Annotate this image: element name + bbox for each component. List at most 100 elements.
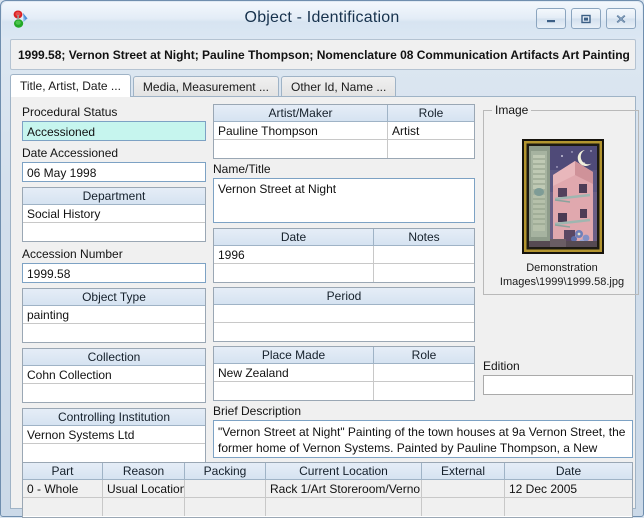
date-header-cell: Date: [214, 229, 374, 245]
brief-description-input[interactable]: "Vernon Street at Night" Painting of the…: [213, 420, 633, 458]
brief-description-label: Brief Description: [213, 404, 302, 418]
title-bar: Object - Identification: [2, 2, 642, 38]
cell-packing-empty: [185, 498, 266, 516]
place-made-value: New Zealand: [214, 364, 374, 381]
notes-value: [374, 246, 474, 263]
cell-external: [422, 480, 505, 497]
name-title-label: Name/Title: [213, 162, 271, 176]
table-row[interactable]: [23, 324, 205, 342]
notes-header-cell: Notes: [408, 230, 440, 244]
table-row[interactable]: Pauline Thompson Artist: [214, 122, 474, 140]
department-grid-header: Department: [23, 188, 205, 205]
department-grid[interactable]: Department Social History: [22, 187, 206, 242]
cell-packing: [185, 480, 266, 497]
location-history-header: Part Reason Packing Current Location Ext…: [23, 463, 632, 480]
col-header-external: External: [422, 463, 505, 479]
object-type-value: painting: [27, 308, 70, 322]
place-role-value-empty: [374, 382, 474, 400]
table-row[interactable]: 1996: [214, 246, 474, 264]
name-title-input[interactable]: Vernon Street at Night: [213, 178, 475, 223]
col-header-packing: Packing: [185, 463, 266, 479]
maximize-button[interactable]: [571, 8, 601, 29]
department-header-cell: Department: [82, 189, 146, 203]
date-notes-grid-header: Date Notes: [214, 229, 474, 246]
table-row[interactable]: [23, 498, 632, 516]
collection-value: Cohn Collection: [27, 368, 112, 382]
department-value-empty: [23, 223, 205, 241]
tab-other-id-name[interactable]: Other Id, Name ...: [280, 76, 397, 97]
notes-value-empty: [374, 264, 474, 282]
col-header-reason: Reason: [103, 463, 185, 479]
period-grid-header: Period: [214, 288, 474, 305]
brief-description-line-1: "Vernon Street at Night" Painting of the…: [218, 425, 626, 439]
col-header-current-location: Current Location: [266, 463, 422, 479]
location-history-table[interactable]: Part Reason Packing Current Location Ext…: [22, 462, 633, 518]
artist-role-value-empty: [388, 140, 474, 158]
artist-maker-value-empty: [214, 140, 388, 158]
table-row[interactable]: [214, 382, 474, 400]
artist-role-value: Artist: [392, 124, 420, 138]
period-value: [214, 305, 474, 322]
date-notes-grid[interactable]: Date Notes 1996: [213, 228, 475, 283]
image-caption-line-1: Demonstration: [526, 262, 598, 274]
table-row[interactable]: painting: [23, 306, 205, 324]
object-type-grid[interactable]: Object Type painting: [22, 288, 206, 343]
cell-current-location-empty: [266, 498, 422, 516]
object-type-value-empty: [23, 324, 205, 342]
place-made-value-empty: [214, 382, 374, 400]
date-accessioned-input[interactable]: 06 May 1998: [22, 162, 206, 182]
table-row[interactable]: Social History: [23, 205, 205, 223]
table-row[interactable]: New Zealand: [214, 364, 474, 382]
table-row[interactable]: [214, 305, 474, 323]
controlling-institution-value-empty: [23, 444, 205, 462]
edition-input[interactable]: [483, 375, 633, 395]
image-group-box: Image Demonstration Images\1999\1999.58.…: [483, 103, 639, 295]
cell-part: 0 - Whole: [23, 480, 103, 497]
cell-part-empty: [23, 498, 103, 516]
painting-thumbnail[interactable]: [522, 139, 604, 254]
record-summary-banner: 1999.58; Vernon Street at Night; Pauline…: [10, 39, 636, 70]
date-accessioned-label: Date Accessioned: [22, 146, 119, 160]
table-row[interactable]: Vernon Systems Ltd: [23, 426, 205, 444]
procedural-status-input[interactable]: Accessioned: [22, 121, 206, 141]
table-row[interactable]: 0 - Whole Usual Location Rack 1/Art Stor…: [23, 480, 632, 498]
minimize-button[interactable]: [536, 8, 566, 29]
image-group-title: Image: [492, 103, 532, 117]
object-type-header-cell: Object Type: [82, 290, 146, 304]
controlling-institution-grid[interactable]: Controlling Institution Vernon Systems L…: [22, 408, 206, 463]
table-row[interactable]: [214, 323, 474, 341]
department-value: Social History: [27, 207, 101, 221]
tab-media-measurement[interactable]: Media, Measurement ...: [132, 76, 279, 97]
table-row[interactable]: [23, 444, 205, 462]
collection-value-empty: [23, 384, 205, 402]
col-header-date: Date: [555, 464, 582, 478]
table-row[interactable]: [214, 264, 474, 282]
collection-grid[interactable]: Collection Cohn Collection: [22, 348, 206, 403]
accession-number-input[interactable]: 1999.58: [22, 263, 206, 283]
controlling-institution-header-cell: Controlling Institution: [57, 410, 171, 424]
artist-maker-grid[interactable]: Artist/Maker Role Pauline Thompson Artis…: [213, 104, 475, 159]
place-made-grid[interactable]: Place Made Role New Zealand: [213, 346, 475, 401]
cell-date-empty: [505, 498, 632, 516]
controlling-institution-value: Vernon Systems Ltd: [27, 428, 135, 442]
table-row[interactable]: Cohn Collection: [23, 366, 205, 384]
tab-title-artist-date[interactable]: Title, Artist, Date ...: [10, 74, 131, 97]
col-header-part: Part: [23, 463, 103, 479]
tab-bar: Title, Artist, Date ... Media, Measureme…: [10, 74, 636, 97]
place-role-header-cell: Role: [411, 348, 437, 362]
table-row[interactable]: [23, 223, 205, 241]
period-grid[interactable]: Period: [213, 287, 475, 342]
date-value-empty: [214, 264, 374, 282]
table-row[interactable]: [23, 384, 205, 402]
table-row[interactable]: [214, 140, 474, 158]
record-summary-text: 1999.58; Vernon Street at Night; Pauline…: [18, 47, 630, 62]
accession-number-label: Accession Number: [22, 247, 123, 261]
period-value-empty: [214, 323, 474, 341]
cell-current-location: Rack 1/Art Storeroom/Verno...: [266, 480, 422, 497]
object-identification-window: Object - Identification 1999.58; Vernon …: [0, 0, 644, 518]
collection-grid-header: Collection: [23, 349, 205, 366]
cell-reason: Usual Location: [103, 480, 185, 497]
object-type-grid-header: Object Type: [23, 289, 205, 306]
close-button[interactable]: [606, 8, 636, 29]
controlling-institution-grid-header: Controlling Institution: [23, 409, 205, 426]
